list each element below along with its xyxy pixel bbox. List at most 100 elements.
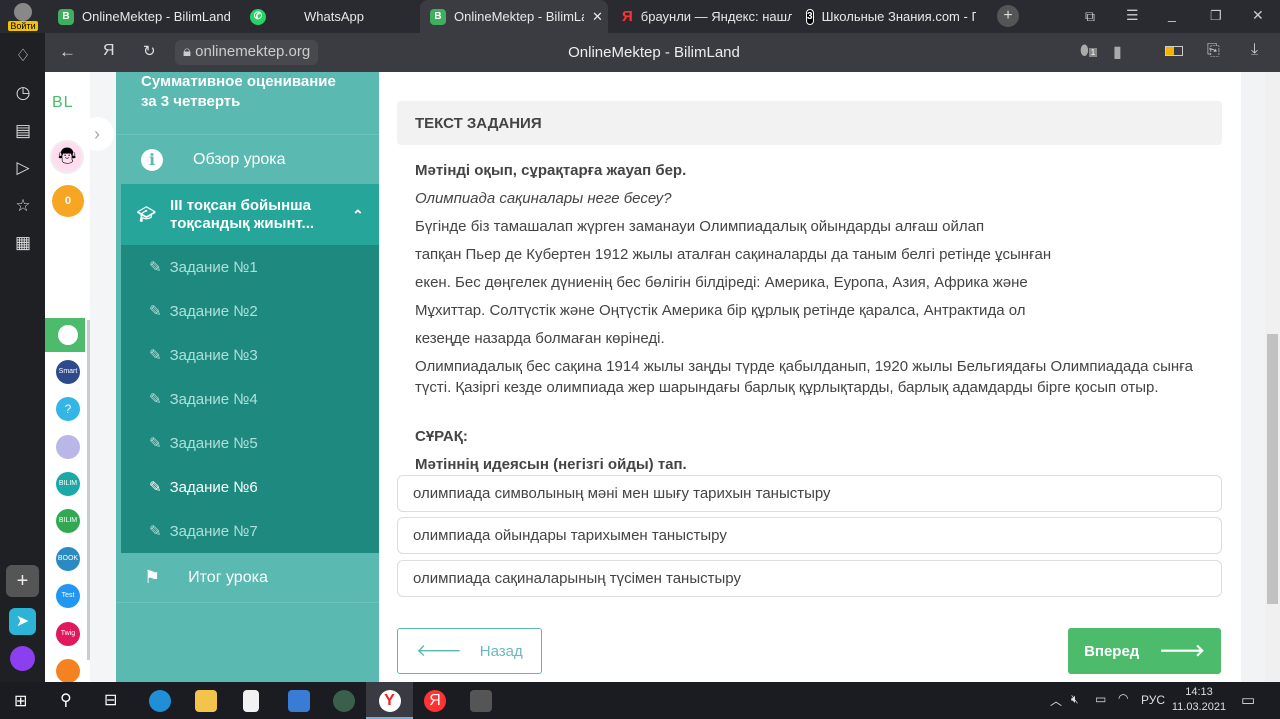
answer-option[interactable]: олимпиада ойындары тарихымен таныстыру [397,517,1222,554]
sidebar-item-summary[interactable]: ⚑ Итог урока [116,553,379,603]
user-avatar[interactable]: 👧︎ [50,140,84,174]
tab-onlinemektep-active[interactable]: BOnlineMektep - BilimLand✕ [420,0,608,33]
bell-icon[interactable]: ♢ [12,45,34,67]
app-imektep-icon[interactable] [56,659,80,683]
chevron-up-icon[interactable]: ⌃ [352,206,364,224]
volume-muted-icon[interactable]: 🔇︎ [1071,692,1079,707]
app-video-icon[interactable] [56,435,80,459]
tab-title: WhatsApp [304,9,364,24]
collections-icon[interactable]: ⎘ [1207,42,1220,60]
answer-option[interactable]: олимпиада символының мәні мен шығу тарих… [397,475,1222,512]
star-icon[interactable]: ☆ [12,195,34,217]
task-label: Задание №2 [169,302,258,320]
app-bilimland-icon[interactable] [56,323,80,347]
task-list: ✎ Задание №1 ✎ Задание №2 ✎ Задание №3 ✎ Зад… [121,245,379,553]
wifi-icon[interactable]: ◠ [1118,691,1128,705]
restore-icon[interactable]: ❐ [1210,8,1222,24]
battery-icon[interactable]: ▭ [1095,692,1106,706]
notepad-icon[interactable] [243,690,259,712]
file-explorer-icon[interactable] [195,690,217,712]
close-tab-icon[interactable]: ✕ [592,9,603,25]
back-label: Назад [479,642,523,660]
yandex-icon[interactable]: Я [424,690,446,712]
profile-button[interactable]: Войти [8,3,38,33]
sidebar-task-3[interactable]: ✎ Задание №3 [121,333,379,377]
graduation-cap-icon: 🎓︎ [137,205,157,223]
back-button[interactable]: 🡐 Назад [397,628,542,674]
tab-whatsapp[interactable]: ✆ WhatsApp [240,0,420,33]
browser-sidebar: ♢ ◷ ▤ ▷ ☆ ▦ + ➤ [0,33,45,682]
text-line: екен. Бес дөңгелек дүниенің бес бөлігін … [415,274,1028,291]
minimize-icon[interactable]: _ [1168,6,1176,22]
tab-title: OnlineMektep - BilimLand [454,9,584,24]
sidebar-task-7[interactable]: ✎ Задание №7 [121,509,379,553]
tab-znania[interactable]: 3 Школьные Знания.com - Г [796,0,976,33]
edge-icon[interactable] [149,690,171,712]
sidebar-task-6[interactable]: ✎ Задание №6 [121,465,379,509]
tab-title: OnlineMektep - BilimLand [82,9,231,24]
answer-option[interactable]: олимпиада сақиналарының түсімен таныстыр… [397,560,1222,597]
page-scrollbar[interactable] [1265,72,1280,682]
edit-icon: ✎ [149,347,162,364]
task-label: Задание №4 [169,390,258,408]
sidebar-item-overview[interactable]: i Обзор урока [116,134,379,184]
video-icon[interactable]: ▷ [12,157,34,179]
tray-chevron-icon[interactable]: ︿ [1050,692,1062,709]
world-of-tanks-icon[interactable] [470,690,492,712]
tab-yandex[interactable]: Ябраунли — Яндекс: нашлось [612,0,792,33]
new-tab-button[interactable]: + [997,5,1019,27]
text-paragraph: Олимпиадалық бес сақина 1914 жылы заңды … [415,358,1194,396]
history-icon[interactable]: ◷ [12,82,34,104]
app-icon[interactable] [333,690,355,712]
clock[interactable]: 14:13 11.03.2021 [1170,685,1228,715]
language-indicator[interactable]: РУС [1141,693,1165,707]
login-label: Войти [8,21,38,31]
badge: 1 [1088,48,1098,57]
add-panel-button[interactable]: + [6,565,39,597]
alice-icon[interactable] [10,646,35,671]
apps-icon[interactable]: ▦ [12,232,34,254]
task-view-icon[interactable]: ⊟ [104,690,117,710]
yandex-browser-taskbar[interactable]: Y [366,682,413,719]
sidebar-task-2[interactable]: ✎ Задание №2 [121,289,379,333]
app-test-icon[interactable]: Test [56,584,80,608]
edit-icon: ✎ [149,523,162,540]
sidebar-task-5[interactable]: ✎ Задание №5 [121,421,379,465]
tab-onlinemektep-1[interactable]: B OnlineMektep - BilimLand [48,0,238,33]
next-button[interactable]: Вперед 🡒 [1068,628,1221,674]
app-smart-nation-icon[interactable]: Smart [56,360,80,384]
avatar-icon [14,3,32,21]
sidebar-task-4[interactable]: ✎ Задание №4 [121,377,379,421]
collections-icon[interactable]: ▤ [12,120,34,142]
arrow-right-icon: 🡒 [1159,641,1205,660]
task-label: Задание №5 [169,434,258,452]
battery-saver-icon[interactable] [1165,46,1183,56]
edit-icon: ✎ [149,303,162,320]
date: 11.03.2021 [1171,701,1227,713]
expand-chevron-icon[interactable]: › [80,117,114,151]
app-bilim-online-icon[interactable]: BILIM [56,472,80,496]
notifications-icon[interactable]: ▭ [1241,691,1255,709]
start-icon[interactable]: ⊞ [14,691,27,711]
sidebar-section-quarter[interactable]: 🎓︎ III тоқсан бойынша тоқсандық жиынт...… [121,184,379,245]
bilimland-logo[interactable]: BL [52,94,74,112]
task-label: Задание №3 [169,346,258,364]
messenger-icon[interactable]: ➤ [9,608,36,635]
app-help-icon[interactable]: ? [56,397,80,421]
download-icon[interactable]: ⤓ [1251,41,1258,59]
points-badge: 0 [52,185,84,217]
protect-icon[interactable]: ⬮ 1 [1080,42,1098,59]
close-window-icon[interactable]: ✕ [1252,7,1264,24]
tabs-icon[interactable]: ⧉ [1085,8,1095,25]
app-twig-icon[interactable]: Twig [56,622,80,646]
text-line: кезеңде назарда болмаған көрінеді. [415,330,665,347]
app-bilim-book-icon[interactable]: BOOK [56,547,80,571]
search-icon[interactable]: ⚲ [60,690,72,710]
app-bilim-land-icon[interactable]: BILIM [56,509,80,533]
tab-title: Школьные Знания.com - Г [821,9,976,24]
bookmark-icon[interactable]: ▮ [1113,42,1122,62]
computer-icon[interactable] [288,690,310,712]
menu-icon[interactable]: ☰ [1126,7,1139,24]
sidebar-task-1[interactable]: ✎ Задание №1 [121,245,379,289]
overview-label: Обзор урока [193,150,286,168]
